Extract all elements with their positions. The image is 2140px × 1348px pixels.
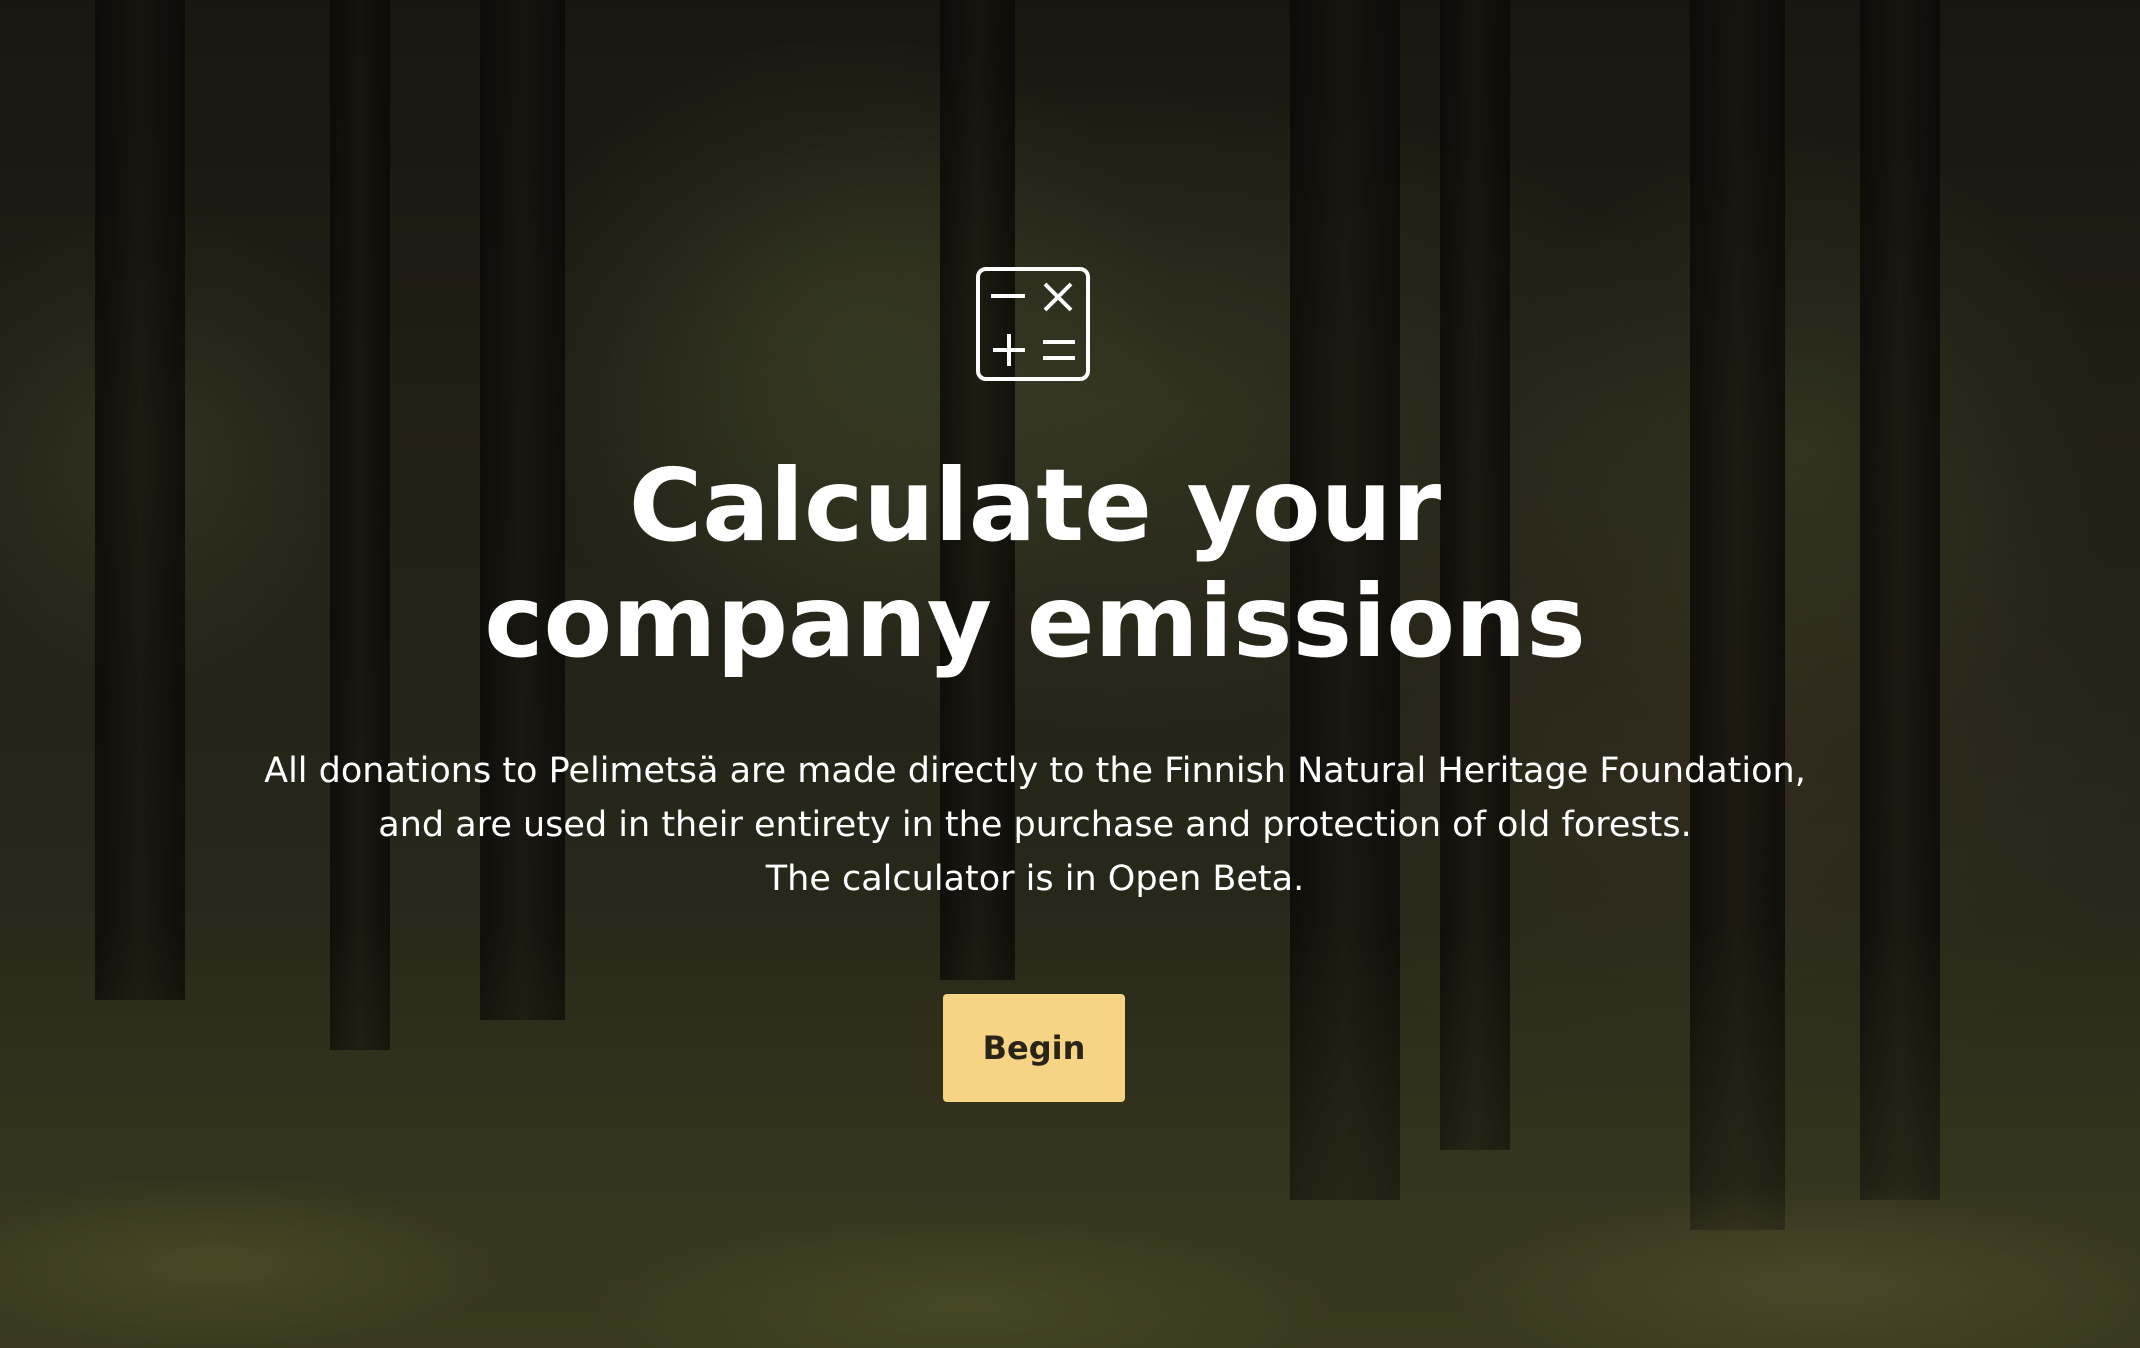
- description-line: All donations to Pelimetsä are made dire…: [264, 751, 1806, 791]
- begin-button[interactable]: Begin: [943, 994, 1125, 1102]
- page-title: Calculate your company emissions: [484, 447, 1586, 680]
- description-line: and are used in their entirety in the pu…: [378, 805, 1692, 845]
- hero-section: Calculate your company emissions All don…: [0, 0, 2140, 1348]
- calculator-icon: [976, 267, 1090, 381]
- description-line: The calculator is in Open Beta.: [765, 859, 1305, 899]
- hero-description: All donations to Pelimetsä are made dire…: [240, 744, 1830, 906]
